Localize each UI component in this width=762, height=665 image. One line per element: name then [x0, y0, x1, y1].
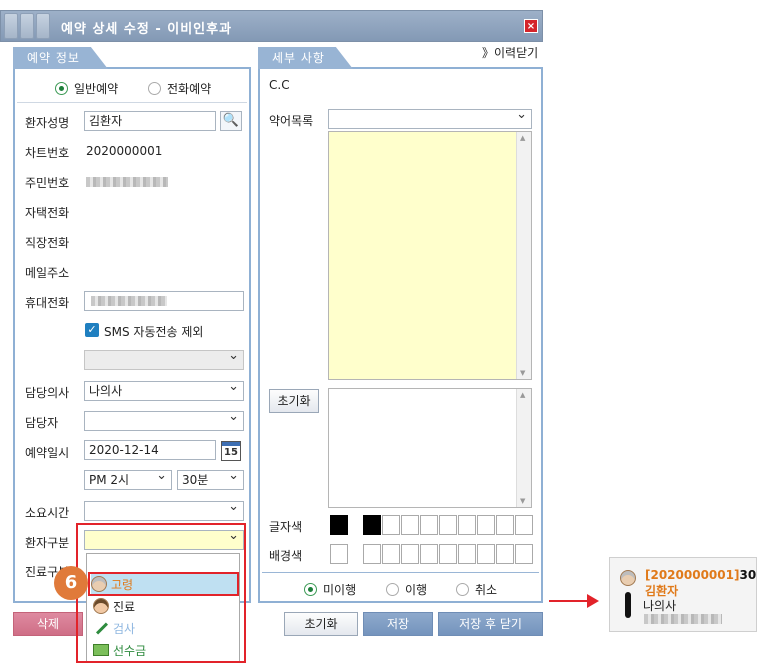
bg-color-swatch[interactable] [439, 544, 457, 564]
callout-chart-no: [2020000001] [645, 568, 740, 582]
notes-textarea[interactable] [328, 388, 532, 508]
font-color-swatch[interactable] [477, 515, 495, 535]
email-label: 메일주소 [25, 266, 70, 280]
sms-exclude-checkbox[interactable]: ✓ [85, 323, 99, 337]
callout-age: 30 [739, 568, 757, 582]
date-input[interactable]: 2020-12-14 [84, 440, 216, 460]
callout-chart-row: [2020000001]30 [645, 568, 756, 582]
patient-callout-card: [2020000001]30 김환자 나의사 [609, 557, 757, 632]
resident-no-redacted [86, 177, 168, 187]
search-icon[interactable]: 🔍 [220, 111, 242, 131]
memo-reset-button[interactable]: 초기화 [269, 389, 319, 413]
chart-no-value: 2020000001 [86, 144, 163, 158]
memo-textarea[interactable] [328, 131, 532, 380]
bg-color-swatch[interactable] [515, 544, 533, 564]
title-grip-icon [4, 13, 50, 39]
divider [17, 102, 247, 103]
radio-unchecked-icon [148, 82, 161, 95]
doctor-label: 담당의사 [25, 386, 70, 400]
memo-scrollbar[interactable] [516, 132, 531, 379]
patient-type-label: 환자구분 [25, 536, 70, 550]
bg-color-swatch[interactable] [363, 544, 381, 564]
status-pending-label: 미이행 [323, 583, 357, 597]
arrow-right-icon [587, 594, 599, 608]
selected-item-highlight-box [88, 572, 239, 596]
radio-status-cancel[interactable]: 취소 [456, 581, 497, 598]
font-color-swatch[interactable] [363, 515, 381, 535]
abbrev-label: 약어목록 [269, 114, 314, 128]
window-titlebar: 예약 상세 수정 - 이비인후과 × [0, 10, 543, 42]
status-cancel-label: 취소 [475, 583, 498, 597]
divider [262, 572, 539, 573]
bg-color-swatch[interactable] [401, 544, 419, 564]
font-color-swatch[interactable] [401, 515, 419, 535]
bg-color-swatch[interactable] [420, 544, 438, 564]
delete-button[interactable]: 삭제 [13, 612, 83, 636]
font-color-swatch[interactable] [515, 515, 533, 535]
callout-redacted [644, 614, 722, 624]
minute-select[interactable]: 30분 [177, 469, 244, 490]
datetime-label: 예약일시 [25, 446, 70, 460]
window-title: 예약 상세 수정 - 이비인후과 [61, 22, 233, 37]
patient-name-label: 환자성명 [25, 116, 70, 130]
tab-details[interactable]: 세부 사항 [258, 47, 353, 69]
save-button[interactable]: 저장 [363, 612, 433, 636]
step-badge: 6 [54, 566, 88, 600]
sms-exclude-label: SMS 자동전송 제외 [104, 325, 204, 339]
bg-color-swatch[interactable] [458, 544, 476, 564]
bg-color-current[interactable] [330, 544, 348, 564]
history-close-link[interactable]: 》이력닫기 [482, 44, 538, 61]
cc-label: C.C [269, 78, 290, 92]
tab-reservation-info[interactable]: 예약 정보 [13, 47, 108, 69]
mobile-redacted [91, 296, 167, 306]
hour-select[interactable]: PM 2시 [84, 469, 172, 490]
notes-scrollbar[interactable] [516, 389, 531, 507]
radio-general-reservation[interactable]: 일반예약 [55, 80, 118, 97]
details-panel: 세부 사항 C.C 약어목록 초기화 글자색 배경색 미이행 이행 취소 [258, 47, 543, 603]
reset-button[interactable]: 초기화 [284, 612, 358, 636]
bg-color-swatch[interactable] [477, 544, 495, 564]
font-color-swatch[interactable] [458, 515, 476, 535]
radio-checked-icon [304, 583, 317, 596]
radio-unchecked-icon [456, 583, 469, 596]
radio-status-done[interactable]: 이행 [386, 581, 427, 598]
radio-status-pending[interactable]: 미이행 [304, 581, 356, 598]
chart-no-label: 차트번호 [25, 146, 70, 160]
status-done-label: 이행 [405, 583, 428, 597]
mobile-label: 휴대전화 [25, 296, 70, 310]
home-phone-label: 자택전화 [25, 206, 70, 220]
callout-doctor: 나의사 [643, 599, 677, 613]
radio-phone-label: 전화예약 [167, 82, 212, 96]
staff-label: 담당자 [25, 416, 59, 430]
mobile-input[interactable] [84, 291, 244, 311]
doctor-select[interactable]: 나의사 [84, 380, 244, 401]
work-phone-label: 직장전화 [25, 236, 70, 250]
font-color-swatch[interactable] [420, 515, 438, 535]
radio-unchecked-icon [386, 583, 399, 596]
patient-name-input[interactable]: 김환자 [84, 111, 216, 131]
bg-color-swatch[interactable] [382, 544, 400, 564]
sms-select [84, 349, 244, 370]
status-bar-icon [625, 592, 631, 618]
resident-no-label: 주민번호 [25, 176, 70, 190]
abbrev-select[interactable] [328, 108, 532, 129]
duration-select[interactable] [84, 500, 244, 521]
elderly-face-icon [620, 570, 636, 586]
radio-checked-icon [55, 82, 68, 95]
font-color-label: 글자색 [269, 520, 303, 534]
radio-general-label: 일반예약 [74, 82, 119, 96]
font-color-current[interactable] [330, 515, 348, 535]
staff-select[interactable] [84, 410, 244, 431]
duration-label: 소요시간 [25, 506, 70, 520]
radio-phone-reservation[interactable]: 전화예약 [148, 80, 211, 97]
save-close-button[interactable]: 저장 후 닫기 [438, 612, 543, 636]
close-icon[interactable]: × [524, 19, 538, 33]
callout-arrow [549, 600, 589, 602]
font-color-swatch[interactable] [382, 515, 400, 535]
bg-color-label: 배경색 [269, 549, 303, 563]
font-color-swatch[interactable] [439, 515, 457, 535]
calendar-icon[interactable]: 15 [221, 441, 241, 461]
bg-color-swatch[interactable] [496, 544, 514, 564]
font-color-swatch[interactable] [496, 515, 514, 535]
